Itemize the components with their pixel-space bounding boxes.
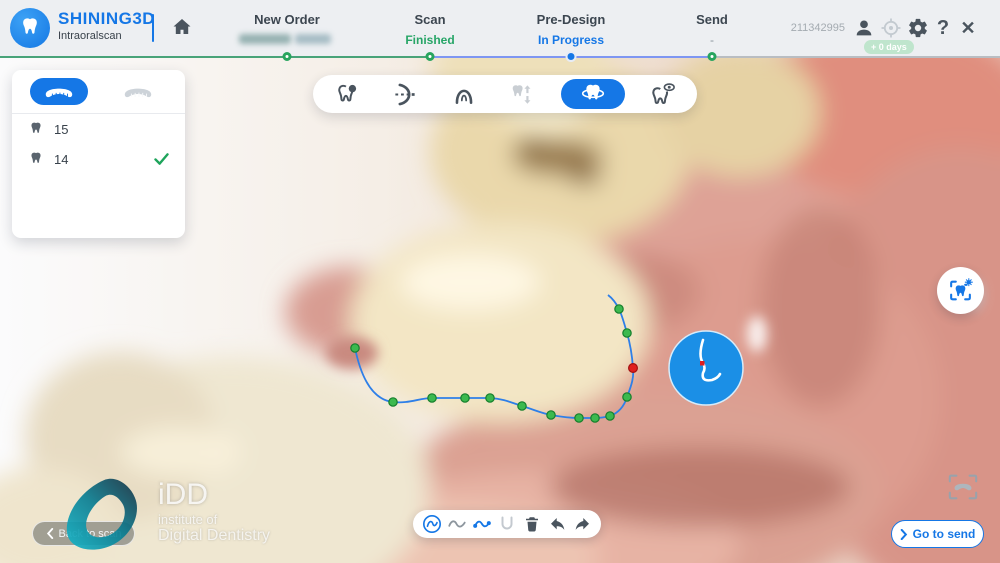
check-icon: [154, 153, 169, 165]
settings-button[interactable]: [905, 15, 931, 41]
tooth-row-15[interactable]: 15: [12, 114, 185, 144]
calibration-days-badge: + 0 days: [864, 40, 914, 54]
go-to-send-button[interactable]: Go to send: [891, 520, 984, 548]
undo-button[interactable]: [546, 512, 568, 536]
brand-logo: [10, 8, 50, 48]
help-icon: ?: [937, 17, 949, 40]
fit-arch-view-icon: [947, 471, 979, 503]
teeth-list-panel: 15 14: [12, 70, 185, 238]
header-bar: SHINING3D Intraoralscan New Order Scan F…: [0, 0, 1000, 57]
free-curve-icon: [447, 514, 467, 534]
progress-node-pre-design: [566, 51, 577, 62]
draw-curve-circle-tool-button[interactable]: [421, 512, 443, 536]
arch-tabs: [12, 70, 185, 114]
step-new-order[interactable]: New Order: [217, 12, 357, 47]
close-icon: ✕: [960, 18, 975, 39]
progress-node-send: [708, 52, 717, 61]
home-icon: [170, 15, 194, 39]
undo-icon: [548, 515, 567, 534]
tab-lower-arch[interactable]: [109, 78, 167, 105]
step-status: -: [642, 33, 782, 47]
occlusion-clearance-icon: [392, 81, 419, 108]
lower-arch-icon: [121, 83, 155, 100]
insertion-direction-icon: [451, 81, 477, 107]
margin-visibility-tool-button[interactable]: [643, 78, 683, 110]
draw-curve-circle-icon: [422, 514, 442, 534]
back-to-scan-button[interactable]: Back to scan: [32, 521, 135, 546]
redo-button[interactable]: [571, 512, 593, 536]
tooth-row-14[interactable]: 14: [12, 144, 185, 174]
edit-curve-icon: [472, 514, 492, 534]
step-label: Send: [642, 12, 782, 27]
chevron-right-icon: [900, 529, 908, 540]
tooth-analysis-icon: [334, 81, 360, 107]
progress-node-new-order: [283, 52, 292, 61]
tooth-icon: [28, 121, 44, 137]
brand-name: SHINING3D: [58, 9, 155, 29]
u-shape-curve-tool-button[interactable]: [496, 512, 518, 536]
step-label: Pre-Design: [501, 12, 641, 27]
margin-magnifier: [669, 331, 743, 405]
margin-line-tool-button[interactable]: [561, 79, 625, 109]
help-button[interactable]: ?: [933, 15, 953, 41]
redo-icon: [573, 515, 592, 534]
back-to-scan-label: Back to scan: [59, 528, 122, 540]
settings-gear-icon: [907, 17, 929, 39]
ai-tooth-focus-icon: [947, 277, 974, 304]
home-button[interactable]: [168, 14, 196, 42]
delete-curve-button[interactable]: [521, 512, 543, 536]
tooth-movement-icon: [509, 81, 535, 107]
go-to-send-label: Go to send: [913, 527, 976, 541]
tooth-logo-icon: [18, 16, 42, 40]
step-status: In Progress: [501, 33, 641, 47]
margin-visibility-eye-icon: [649, 81, 676, 108]
tooth-analysis-tool-button[interactable]: [327, 78, 367, 110]
tooth-movement-tool-button[interactable]: [502, 78, 542, 110]
step-status: Finished: [360, 33, 500, 47]
progress-segment-done: [0, 56, 430, 58]
edit-curve-tool-button[interactable]: [471, 512, 493, 536]
chevron-left-icon: [46, 528, 54, 539]
insertion-direction-tool-button[interactable]: [444, 78, 484, 110]
free-curve-tool-button[interactable]: [446, 512, 468, 536]
header-divider: [152, 14, 154, 42]
upper-arch-icon: [42, 83, 76, 100]
u-shape-icon: [498, 515, 516, 533]
step-label: Scan: [360, 12, 500, 27]
tooth-number: 14: [54, 152, 154, 167]
user-button[interactable]: [851, 15, 877, 41]
calibration-button[interactable]: [878, 15, 904, 41]
ai-tooth-focus-button[interactable]: [937, 267, 984, 314]
fit-arch-view-button[interactable]: [941, 466, 985, 508]
patient-name-redacted: [217, 33, 357, 47]
calibration-target-icon: [879, 16, 903, 40]
step-scan[interactable]: Scan Finished: [360, 12, 500, 47]
step-pre-design[interactable]: Pre-Design In Progress: [501, 12, 641, 47]
step-send[interactable]: Send -: [642, 12, 782, 47]
progress-segment-pending: [712, 56, 1000, 58]
tab-upper-arch[interactable]: [30, 78, 88, 105]
trash-icon: [523, 515, 541, 533]
occlusion-clearance-tool-button[interactable]: [385, 78, 425, 110]
intraoralscan-window: SHINING3D Intraoralscan New Order Scan F…: [0, 0, 1000, 563]
magnified-selected-point: [700, 361, 705, 366]
user-icon: [853, 17, 875, 39]
step-label: New Order: [217, 12, 357, 27]
design-toolbar: [313, 75, 697, 113]
close-button[interactable]: ✕: [957, 15, 979, 41]
product-name: Intraoralscan: [58, 30, 122, 42]
tooth-number: 15: [54, 122, 169, 137]
order-id: 211342995: [765, 22, 845, 34]
margin-line-icon: [580, 81, 606, 107]
curve-edit-toolbar: [413, 510, 601, 538]
progress-node-scan: [426, 52, 435, 61]
tooth-icon: [28, 151, 44, 167]
selected-control-point[interactable]: [629, 364, 638, 373]
